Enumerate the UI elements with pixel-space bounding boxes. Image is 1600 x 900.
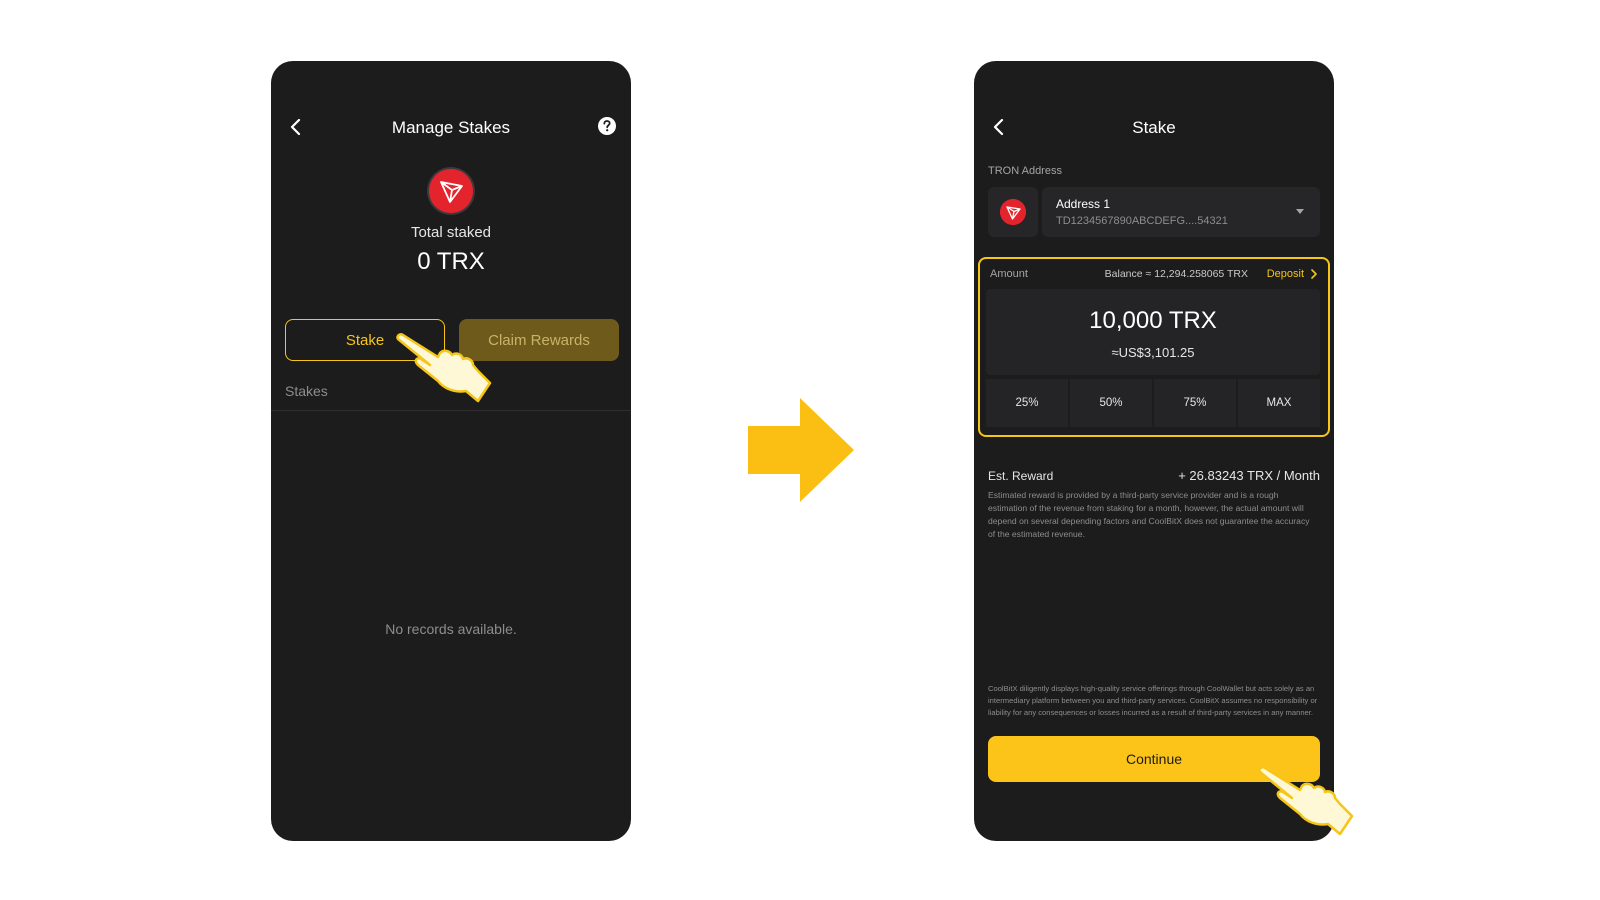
amount-label: Amount xyxy=(990,268,1028,280)
percent-25-button[interactable]: 25% xyxy=(986,379,1068,427)
disclaimer-text: CoolBitX diligently displays high-qualit… xyxy=(988,684,1318,717)
balance-text: Balance ≈ 12,294.258065 TRX xyxy=(1104,268,1248,280)
amount-value: 10,000 TRX xyxy=(1089,307,1217,334)
total-staked-value: 0 TRX xyxy=(417,248,485,275)
tron-logo-icon xyxy=(1000,199,1026,225)
est-reward-note: Estimated reward is provided by a third-… xyxy=(988,490,1310,539)
page-title: Stake xyxy=(1132,118,1176,137)
total-staked-label: Total staked xyxy=(410,224,492,241)
help-icon[interactable] xyxy=(597,116,617,136)
stake-screen: Stake TRON Address Address 1 TD123456789… xyxy=(974,61,1334,841)
manage-stakes-screen: Manage Stakes Total staked 0 TRX Stake C… xyxy=(271,61,631,841)
stakes-section-label: Stakes xyxy=(285,383,328,399)
pointing-hand-icon xyxy=(396,333,492,403)
max-button[interactable]: MAX xyxy=(1238,379,1320,427)
percent-50-button[interactable]: 50% xyxy=(1070,379,1152,427)
percent-options: 25% 50% 75% MAX xyxy=(986,379,1320,427)
amount-panel: Amount Balance ≈ 12,294.258065 TRX Depos… xyxy=(978,257,1330,437)
tron-logo-icon xyxy=(429,169,473,213)
chevron-down-icon xyxy=(1296,209,1304,214)
address-value: TD1234567890ABCDEFG....54321 xyxy=(1056,215,1228,227)
page-title: Manage Stakes xyxy=(391,118,511,137)
percent-75-button[interactable]: 75% xyxy=(1154,379,1236,427)
est-reward-value: + 26.83243 TRX / Month xyxy=(1178,468,1320,483)
chevron-right-icon[interactable] xyxy=(1310,269,1318,279)
deposit-link[interactable]: Deposit xyxy=(1267,268,1304,280)
arrow-right-icon xyxy=(748,398,854,502)
address-name: Address 1 xyxy=(1056,197,1111,211)
tron-address-label: TRON Address xyxy=(988,165,1062,177)
pointing-hand-icon xyxy=(1258,766,1354,836)
address-select[interactable]: Address 1 TD1234567890ABCDEFG....54321 xyxy=(1042,187,1320,237)
amount-input[interactable]: 10,000 TRX ≈US$3,101.25 xyxy=(986,289,1320,375)
amount-usd-value: ≈US$3,101.25 xyxy=(1111,345,1195,360)
est-reward-label: Est. Reward xyxy=(988,469,1054,483)
empty-state-text: No records available. xyxy=(385,621,517,637)
divider xyxy=(271,410,631,411)
